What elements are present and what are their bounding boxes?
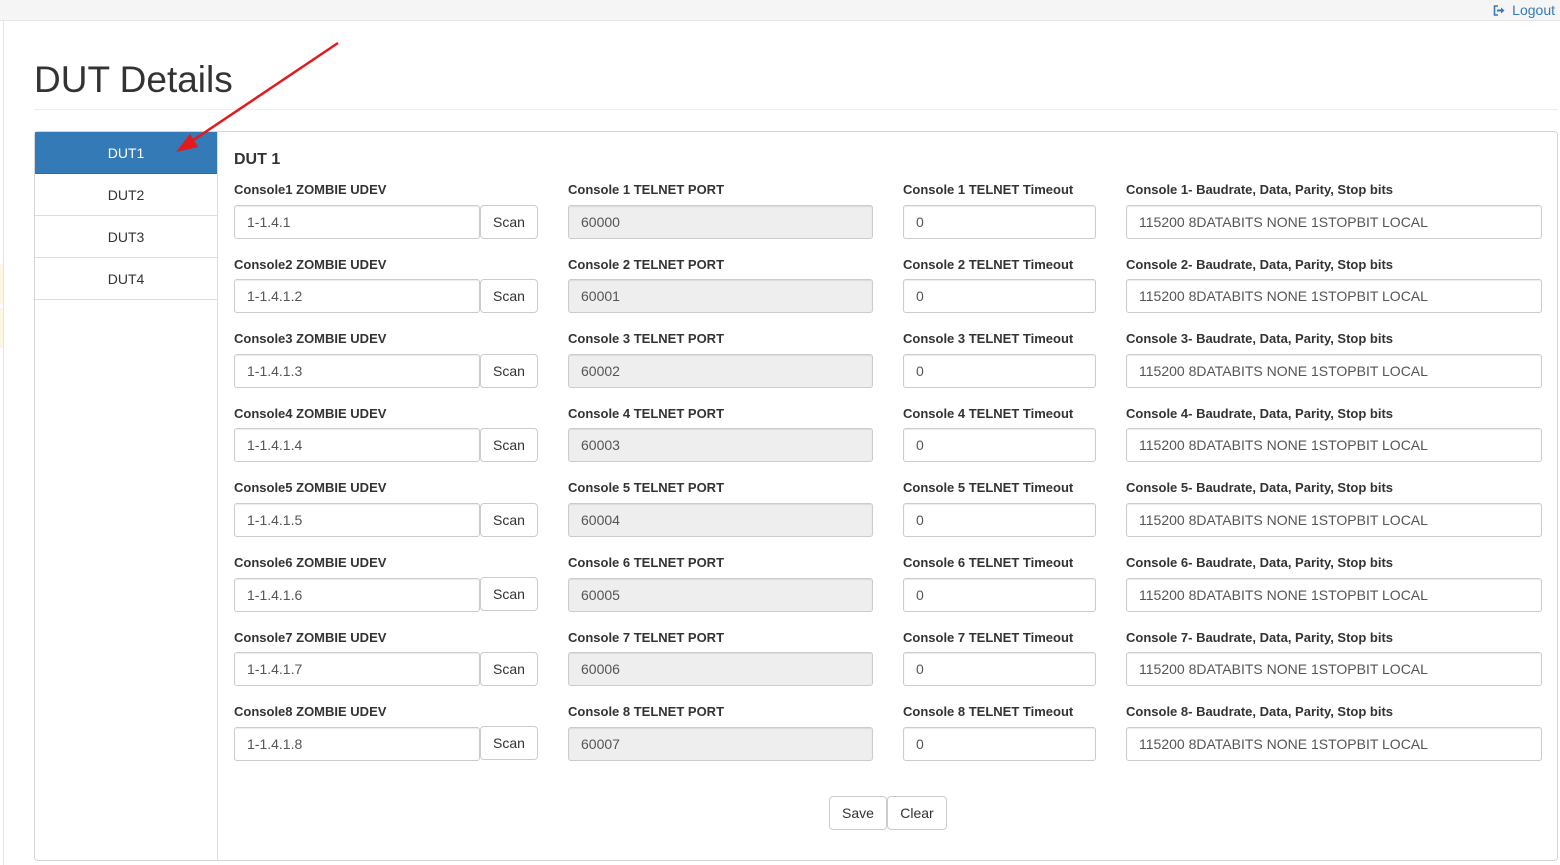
scan-button[interactable]: Scan (480, 205, 538, 239)
scan-button[interactable]: Scan (480, 503, 538, 537)
telnet-port-input (568, 279, 873, 313)
telnet-port-label: Console 2 TELNET PORT (568, 257, 725, 272)
telnet-timeout-input[interactable] (903, 428, 1096, 462)
telnet-timeout-label: Console 8 TELNET Timeout (903, 704, 1074, 719)
scan-button[interactable]: Scan (480, 577, 538, 611)
serial-settings-input[interactable] (1126, 279, 1542, 313)
serial-settings-label: Console 6- Baudrate, Data, Parity, Stop … (1126, 555, 1394, 570)
serial-settings-label: Console 4- Baudrate, Data, Parity, Stop … (1126, 406, 1394, 421)
sidebar-item-dut1[interactable]: DUT1 (35, 132, 217, 174)
logout-label: Logout (1512, 2, 1555, 18)
telnet-timeout-label: Console 1 TELNET Timeout (903, 182, 1074, 197)
udev-input[interactable] (234, 652, 480, 686)
telnet-port-input (568, 503, 873, 537)
telnet-port-input (568, 652, 873, 686)
udev-input[interactable] (234, 503, 480, 537)
udev-input[interactable] (234, 279, 480, 313)
udev-label: Console8 ZOMBIE UDEV (234, 704, 387, 719)
page-title: DUT Details (34, 59, 233, 100)
serial-settings-input[interactable] (1126, 205, 1542, 239)
sidebar-item-dut3[interactable]: DUT3 (35, 216, 217, 258)
serial-settings-label: Console 1- Baudrate, Data, Parity, Stop … (1126, 182, 1394, 197)
telnet-timeout-label: Console 4 TELNET Timeout (903, 406, 1074, 421)
sidebar-item-label: DUT2 (107, 186, 145, 203)
udev-input[interactable] (234, 578, 480, 612)
top-navbar: Logout (0, 0, 1560, 21)
sidebar-item-dut2[interactable]: DUT2 (35, 174, 217, 216)
dut-sidebar: DUT1 DUT2 DUT3 DUT4 (35, 132, 218, 860)
telnet-timeout-input[interactable] (903, 652, 1096, 686)
scan-button[interactable]: Scan (480, 726, 538, 760)
serial-settings-label: Console 2- Baudrate, Data, Parity, Stop … (1126, 257, 1394, 272)
sidebar-item-label: DUT3 (107, 228, 145, 245)
udev-label: Console4 ZOMBIE UDEV (234, 406, 387, 421)
udev-label: Console3 ZOMBIE UDEV (234, 331, 387, 346)
save-button[interactable]: Save (829, 796, 887, 830)
telnet-timeout-label: Console 3 TELNET Timeout (903, 331, 1074, 346)
telnet-port-label: Console 5 TELNET PORT (568, 480, 725, 495)
sidebar-item-dut4[interactable]: DUT4 (35, 258, 217, 300)
udev-input[interactable] (234, 428, 480, 462)
telnet-timeout-label: Console 7 TELNET Timeout (903, 630, 1074, 645)
telnet-timeout-input[interactable] (903, 578, 1096, 612)
serial-settings-input[interactable] (1126, 727, 1542, 761)
udev-label: Console2 ZOMBIE UDEV (234, 257, 387, 272)
title-divider (34, 109, 1558, 110)
telnet-port-input (568, 205, 873, 239)
telnet-port-label: Console 1 TELNET PORT (568, 182, 725, 197)
dut-heading: DUT 1 (234, 151, 281, 168)
left-edge-marker (0, 264, 3, 304)
udev-label: Console1 ZOMBIE UDEV (234, 182, 387, 197)
telnet-port-input (568, 354, 873, 388)
logout-link[interactable]: Logout (1493, 2, 1555, 18)
serial-settings-label: Console 5- Baudrate, Data, Parity, Stop … (1126, 480, 1394, 495)
udev-label: Console5 ZOMBIE UDEV (234, 480, 387, 495)
udev-input[interactable] (234, 205, 480, 239)
telnet-timeout-label: Console 6 TELNET Timeout (903, 555, 1074, 570)
telnet-timeout-input[interactable] (903, 727, 1096, 761)
left-divider (3, 21, 4, 865)
scan-button[interactable]: Scan (480, 652, 538, 686)
serial-settings-label: Console 7- Baudrate, Data, Parity, Stop … (1126, 630, 1394, 645)
sidebar-item-label: DUT4 (107, 270, 145, 287)
serial-settings-input[interactable] (1126, 354, 1542, 388)
scan-button[interactable]: Scan (480, 279, 538, 313)
telnet-timeout-input[interactable] (903, 354, 1096, 388)
left-edge-marker (0, 308, 3, 348)
telnet-timeout-label: Console 5 TELNET Timeout (903, 480, 1074, 495)
serial-settings-input[interactable] (1126, 428, 1542, 462)
scan-button[interactable]: Scan (480, 428, 538, 462)
serial-settings-label: Console 8- Baudrate, Data, Parity, Stop … (1126, 704, 1394, 719)
udev-input[interactable] (234, 354, 480, 388)
serial-settings-input[interactable] (1126, 652, 1542, 686)
scan-button[interactable]: Scan (480, 354, 538, 388)
telnet-port-label: Console 8 TELNET PORT (568, 704, 725, 719)
clear-button[interactable]: Clear (887, 796, 947, 830)
telnet-timeout-input[interactable] (903, 279, 1096, 313)
telnet-port-input (568, 428, 873, 462)
serial-settings-label: Console 3- Baudrate, Data, Parity, Stop … (1126, 331, 1394, 346)
serial-settings-input[interactable] (1126, 578, 1542, 612)
sidebar-item-label: DUT1 (107, 144, 145, 161)
telnet-port-label: Console 3 TELNET PORT (568, 331, 725, 346)
serial-settings-input[interactable] (1126, 503, 1542, 537)
telnet-port-input (568, 727, 873, 761)
telnet-port-label: Console 7 TELNET PORT (568, 630, 725, 645)
udev-label: Console6 ZOMBIE UDEV (234, 555, 387, 570)
telnet-port-label: Console 6 TELNET PORT (568, 555, 725, 570)
telnet-timeout-input[interactable] (903, 503, 1096, 537)
telnet-timeout-input[interactable] (903, 205, 1096, 239)
udev-label: Console7 ZOMBIE UDEV (234, 630, 387, 645)
telnet-timeout-label: Console 2 TELNET Timeout (903, 257, 1074, 272)
sign-out-icon (1493, 4, 1506, 16)
telnet-port-label: Console 4 TELNET PORT (568, 406, 725, 421)
udev-input[interactable] (234, 727, 480, 761)
telnet-port-input (568, 578, 873, 612)
